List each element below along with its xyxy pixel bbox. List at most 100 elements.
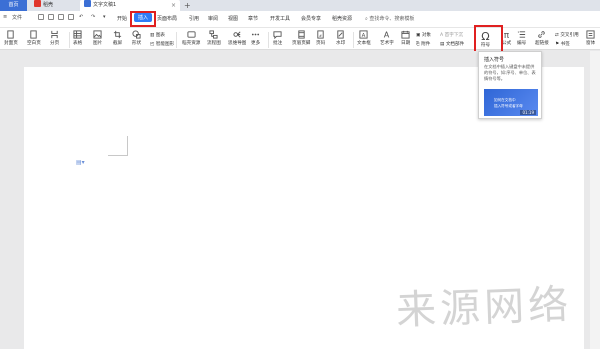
- more-button[interactable]: 更多: [251, 30, 260, 46]
- numbering-icon: 1: [518, 30, 526, 38]
- textbox-label: 文本框: [357, 41, 371, 46]
- tab-home[interactable]: 首页: [0, 0, 27, 11]
- more-quick-icon[interactable]: ▾: [103, 14, 106, 20]
- file-menu[interactable]: 文件: [12, 14, 22, 21]
- formula-icon: π: [504, 31, 510, 39]
- tab-start[interactable]: 开始: [117, 15, 127, 22]
- more-icon: [251, 33, 260, 36]
- mindmap-label: 思维导图: [228, 41, 247, 46]
- smartart-label: 智能图形: [155, 42, 175, 47]
- comment-button[interactable]: 批注: [273, 30, 282, 46]
- tab-document[interactable]: 文字文稿1 ×: [80, 0, 180, 11]
- divider: [176, 32, 177, 48]
- tooltip-description: 在文档中插入键盘中未提供的符号，如:序号、单位、表情符号等。: [484, 64, 536, 81]
- shape-button[interactable]: 形状: [132, 30, 141, 46]
- mold-logo-icon: [34, 0, 41, 7]
- attachment-button[interactable]: ⎘ 附件: [416, 41, 430, 47]
- print-icon[interactable]: [58, 14, 64, 20]
- tab-mold[interactable]: 稻壳: [30, 0, 76, 11]
- tab-page-layout[interactable]: 页面布局: [157, 15, 177, 22]
- crossref-label: 交叉引用: [560, 33, 579, 38]
- flowchart-icon: [209, 30, 218, 39]
- tab-document-label: 文字文稿1: [93, 2, 117, 8]
- title-bar: 首页 稻壳 文字文稿1 × +: [0, 0, 600, 11]
- close-icon[interactable]: ×: [171, 0, 176, 11]
- hyperlink-button[interactable]: 超链接: [535, 30, 549, 46]
- form-button[interactable]: 窗体: [586, 30, 595, 46]
- cover-page-button[interactable]: 封面页: [4, 30, 18, 46]
- screenshot-button[interactable]: 截屏: [113, 30, 122, 46]
- tab-member[interactable]: 会员专享: [301, 15, 321, 22]
- tab-references[interactable]: 引用: [189, 15, 199, 22]
- bookmark-button[interactable]: ⚑ 书签: [555, 41, 570, 47]
- paragraph-icon[interactable]: ▤▾: [76, 159, 85, 166]
- bookmark-icon: ⚑: [555, 42, 560, 47]
- tab-review[interactable]: 审阅: [208, 15, 218, 22]
- tab-mold-resources[interactable]: 稻壳资源: [332, 15, 352, 22]
- header-footer-button[interactable]: 页眉页脚: [292, 30, 310, 46]
- hamburger-icon[interactable]: ≡: [3, 14, 7, 20]
- cover-page-label: 封面页: [4, 41, 18, 46]
- menu-bar: ≡ 文件 ↶ ↷ ▾ 开始 插入 页面布局 引用 审阅 视图 章节 开发工具 会…: [0, 11, 600, 28]
- command-search[interactable]: ⌕ 查找命令、搜索模板: [365, 15, 414, 22]
- table-button[interactable]: 表格: [73, 30, 82, 46]
- crossref-button[interactable]: ⇄ 交叉引用: [555, 32, 579, 38]
- tab-chapter[interactable]: 章节: [248, 15, 258, 22]
- screenshot-label: 截屏: [113, 41, 123, 46]
- blank-page-button[interactable]: 空白页: [27, 30, 41, 46]
- margin-corner-mark: [127, 136, 128, 156]
- search-icon: ⌕: [365, 16, 368, 22]
- picture-label: 图片: [93, 41, 103, 46]
- page-break-button[interactable]: 分页: [50, 30, 59, 46]
- divider: [268, 32, 269, 48]
- watermark-button[interactable]: 水印: [336, 30, 345, 46]
- doc-part-button[interactable]: ▤ 文档部件: [440, 41, 464, 47]
- object-button[interactable]: ▣ 对象: [416, 32, 431, 38]
- page-number-button[interactable]: # 页码: [316, 30, 325, 46]
- chart-button[interactable]: ▥ 图表: [150, 32, 165, 38]
- tab-developer[interactable]: 开发工具: [270, 15, 290, 22]
- undo-icon[interactable]: ↶: [79, 14, 83, 20]
- mindmap-button[interactable]: 思维导图: [228, 30, 246, 46]
- vertical-scrollbar[interactable]: [590, 51, 600, 349]
- wordart-button[interactable]: A 艺术字: [380, 30, 394, 46]
- picture-icon: [93, 30, 102, 39]
- svg-text:#: #: [319, 34, 322, 38]
- numbering-button[interactable]: 1 编号: [517, 30, 526, 46]
- hyperlink-label: 超链接: [535, 41, 549, 46]
- first-drop-button[interactable]: A 首字下沉: [440, 32, 463, 38]
- flowchart-button[interactable]: 流程图: [207, 30, 221, 46]
- textbox-button[interactable]: A 文本框: [357, 30, 371, 46]
- picture-button[interactable]: 图片: [93, 30, 102, 46]
- preview-icon[interactable]: [68, 14, 74, 20]
- chart-label: 图表: [155, 33, 166, 38]
- tutorial-video-thumbnail[interactable]: 如何在文档中 插入符号或者字母 01:19: [484, 89, 538, 116]
- redo-icon[interactable]: ↷: [91, 14, 95, 20]
- tab-home-label: 首页: [8, 2, 19, 8]
- first-drop-icon: A: [440, 33, 444, 38]
- export-pdf-icon[interactable]: [48, 14, 54, 20]
- mold-material-button[interactable]: 稻壳资源: [182, 30, 200, 46]
- date-label: 日期: [401, 41, 411, 46]
- crossref-icon: ⇄: [555, 33, 559, 38]
- wordart-label: 艺术字: [380, 41, 394, 46]
- date-button[interactable]: 日期: [401, 30, 410, 46]
- page-break-icon: [51, 30, 58, 39]
- save-icon[interactable]: [38, 14, 44, 20]
- form-label: 窗体: [586, 41, 596, 46]
- svg-text:1: 1: [518, 30, 520, 34]
- mindmap-icon: [233, 31, 241, 38]
- form-icon: [586, 30, 595, 39]
- tab-view[interactable]: 视图: [228, 15, 238, 22]
- svg-text:A: A: [362, 33, 366, 39]
- page-number-icon: #: [317, 30, 324, 39]
- page-break-label: 分页: [50, 41, 60, 46]
- new-tab-button[interactable]: +: [184, 0, 191, 11]
- highlight-symbol-button: [474, 25, 503, 53]
- blank-page-label: 空白页: [27, 41, 41, 46]
- smartart-button[interactable]: ◰ 智能图形: [150, 41, 174, 47]
- video-caption-line2: 插入符号或者字母: [494, 104, 523, 108]
- wordart-icon: A: [384, 30, 390, 39]
- video-caption-line1: 如何在文档中: [494, 98, 516, 102]
- formula-button[interactable]: π 公式: [502, 30, 511, 46]
